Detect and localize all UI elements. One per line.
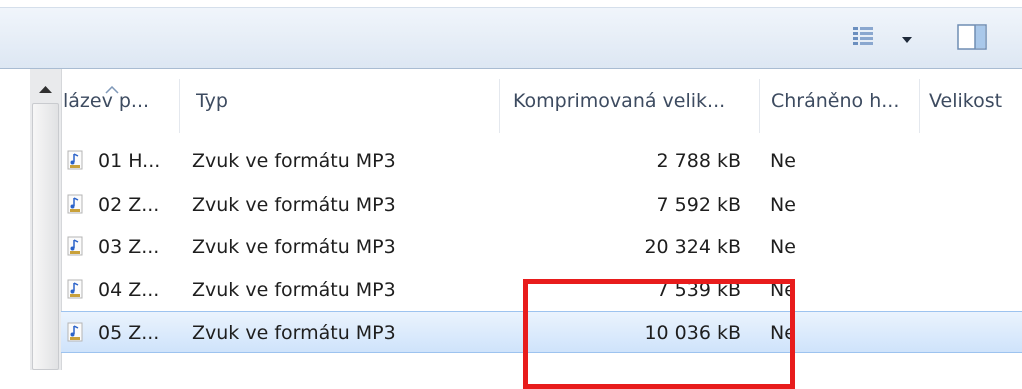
mp3-file-icon [67,194,83,214]
dropdown-triangle-icon[interactable] [900,31,914,43]
row-protected: Ne [770,236,796,258]
annotation-highlight-box [523,279,795,389]
mp3-file-icon [67,279,83,299]
column-header-password-protected[interactable]: Chráněno h... [771,69,919,133]
column-headers: lázev p... Typ Komprimovaná velik... Chr… [61,69,1022,133]
toolbar [0,0,1022,69]
row-name: 02 Z... [98,194,160,216]
row-name: 03 Z... [98,236,160,258]
row-protected: Ne [770,150,796,172]
scroll-up-arrow-icon[interactable] [30,79,61,99]
column-divider[interactable] [759,79,760,133]
table-row[interactable]: 01 H... Zvuk ve formátu MP3 2 788 kB Ne [61,140,1022,182]
toolbar-top-edge [0,0,1022,8]
row-type: Zvuk ve formátu MP3 [192,322,396,344]
table-row[interactable]: 03 Z... Zvuk ve formátu MP3 20 324 kB Ne [61,226,1022,268]
details-view-icon[interactable] [852,26,874,46]
row-compressed-size: 20 324 kB [644,236,741,258]
mp3-file-icon [67,322,83,342]
column-divider[interactable] [919,79,920,133]
mp3-file-icon [67,236,83,256]
row-compressed-size: 2 788 kB [656,150,741,172]
table-row[interactable]: 02 Z... Zvuk ve formátu MP3 7 592 kB Ne [61,184,1022,226]
column-header-compressed-size[interactable]: Komprimovaná velik... [513,69,753,133]
column-header-name[interactable]: lázev p... [63,69,171,133]
column-header-type[interactable]: Typ [196,69,496,133]
row-name: 01 H... [98,150,161,172]
mp3-file-icon [67,150,83,170]
column-header-size[interactable]: Velikost [929,69,1022,133]
scrollbar-thumb[interactable] [32,103,59,370]
row-type: Zvuk ve formátu MP3 [192,279,396,301]
row-protected: Ne [770,194,796,216]
row-type: Zvuk ve formátu MP3 [192,150,396,172]
row-type: Zvuk ve formátu MP3 [192,194,396,216]
preview-pane-icon[interactable] [957,24,987,50]
row-type: Zvuk ve formátu MP3 [192,236,396,258]
row-name: 04 Z... [98,279,160,301]
column-divider[interactable] [179,79,180,133]
vertical-scrollbar[interactable] [30,69,62,370]
column-divider[interactable] [499,79,500,133]
row-name: 05 Z... [98,322,160,344]
row-compressed-size: 7 592 kB [656,194,741,216]
